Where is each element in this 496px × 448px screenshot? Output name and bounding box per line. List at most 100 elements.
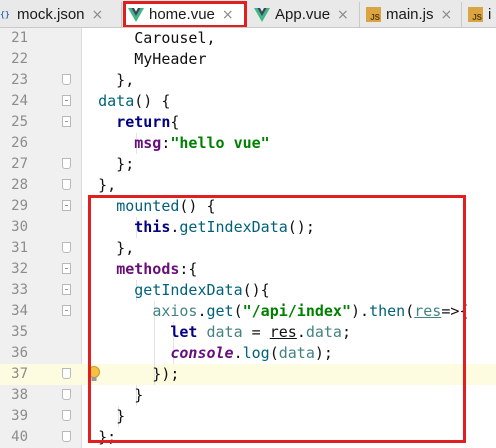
code-text: let data = res.data; (62, 322, 351, 343)
code-line[interactable]: 29 mounted() { (0, 196, 496, 217)
line-number: 29 (11, 198, 28, 214)
code-line[interactable]: 33 getIndexData(){ (0, 280, 496, 301)
tab-main-js[interactable]: JS main.js × (362, 2, 462, 27)
code-token: } (62, 407, 126, 425)
tab-label: App.vue (275, 6, 331, 23)
tab-partial[interactable]: JS i (464, 2, 496, 27)
code-line[interactable]: 36 console.log(data); (0, 343, 496, 364)
code-line[interactable]: 21 Carousel, (0, 28, 496, 49)
close-icon[interactable]: × (92, 7, 104, 23)
line-number: 33 (11, 282, 28, 298)
code-line[interactable]: 22 MyHeader (0, 49, 496, 70)
code-line[interactable]: 37 }); (0, 364, 496, 385)
code-editor[interactable]: 21 Carousel, 22 MyHeader 23 }, 24 data() {2… (0, 28, 496, 448)
line-number: 38 (11, 387, 28, 403)
line-number: 30 (11, 219, 28, 235)
close-icon[interactable]: × (337, 7, 349, 23)
code-token: "/api/index" (242, 302, 351, 320)
code-token: get (206, 302, 234, 320)
code-line[interactable]: 26 msg:"hello vue" (0, 133, 496, 154)
code-token: { (170, 113, 180, 131)
code-token: MyHeader (62, 50, 207, 68)
code-token: ( (269, 344, 279, 362)
code-text: }, (62, 70, 134, 91)
code-token: . (296, 323, 306, 341)
code-line[interactable]: 30 this.getIndexData(); (0, 217, 496, 238)
code-text: this.getIndexData(); (62, 217, 315, 238)
code-text: }, (62, 238, 134, 259)
line-number: 26 (11, 135, 28, 151)
code-token: data (278, 344, 315, 362)
code-token: this (134, 218, 171, 236)
code-token: return (116, 113, 171, 131)
tab-label: main.js (386, 6, 434, 23)
code-text: }; (62, 154, 134, 175)
vue-file-icon (254, 7, 270, 22)
code-line[interactable]: 24 data() { (0, 91, 496, 112)
tab-app-vue[interactable]: App.vue × (250, 2, 360, 27)
close-icon[interactable]: × (222, 7, 234, 23)
code-token: }); (62, 365, 180, 383)
code-token: data (98, 92, 135, 110)
code-text: getIndexData(){ (62, 280, 270, 301)
code-token: }; (62, 155, 135, 173)
code-token: (){ (242, 281, 270, 299)
code-line[interactable]: 28 }, (0, 175, 496, 196)
line-number: 35 (11, 324, 28, 340)
code-line[interactable]: 38 } (0, 385, 496, 406)
tab-label: mock.json (17, 6, 85, 23)
code-text: } (62, 406, 125, 427)
line-number: 39 (11, 408, 28, 424)
code-token: console (170, 344, 234, 362)
code-token: = (242, 323, 270, 341)
code-token: ( (405, 302, 415, 320)
code-token: mounted (116, 197, 180, 215)
code-token: res (414, 302, 442, 320)
close-icon[interactable]: × (441, 7, 453, 23)
code-token: msg (134, 134, 162, 152)
code-token: }, (62, 239, 135, 257)
code-line[interactable]: 31 }, (0, 238, 496, 259)
code-token: data (305, 323, 342, 341)
code-line[interactable]: 34 axios.get("/api/index").then(res=>{ (0, 301, 496, 322)
code-text: axios.get("/api/index").then(res=>{ (62, 301, 468, 322)
code-token: ( (233, 302, 243, 320)
tab-mock-json[interactable]: {} mock.json × (0, 2, 122, 27)
code-line[interactable]: 32 methods:{ (0, 259, 496, 280)
code-token: }, (62, 71, 135, 89)
code-token: }, (62, 176, 117, 194)
code-token: methods (116, 260, 180, 278)
code-token: ). (351, 302, 370, 320)
code-text: MyHeader (62, 49, 207, 70)
code-line[interactable]: 39 } (0, 406, 496, 427)
lightbulb-icon[interactable] (87, 366, 101, 383)
code-line[interactable]: 35 let data = res.data; (0, 322, 496, 343)
vue-file-icon (128, 7, 144, 22)
line-number: 27 (11, 156, 28, 172)
code-line[interactable]: 23 }, (0, 70, 496, 91)
code-line[interactable]: 27 }; (0, 154, 496, 175)
code-token: then (369, 302, 406, 320)
line-number: 31 (11, 240, 28, 256)
code-text: msg:"hello vue" (62, 133, 269, 154)
code-line[interactable]: 25 return{ (0, 112, 496, 133)
line-number: 23 (11, 72, 28, 88)
editor-tab-bar: {} mock.json × home.vue × App.vue × JS m… (0, 0, 496, 28)
line-number: 32 (11, 261, 28, 277)
code-token: getIndexData (134, 281, 243, 299)
code-token: let (170, 323, 198, 341)
code-line[interactable]: 40 }; (0, 427, 496, 448)
tab-home-vue[interactable]: home.vue × (123, 1, 247, 27)
code-token: :{ (179, 260, 198, 278)
line-number: 37 (11, 366, 28, 382)
code-text: Carousel, (62, 28, 215, 49)
line-number: 24 (11, 93, 28, 109)
code-text: return{ (62, 112, 179, 133)
